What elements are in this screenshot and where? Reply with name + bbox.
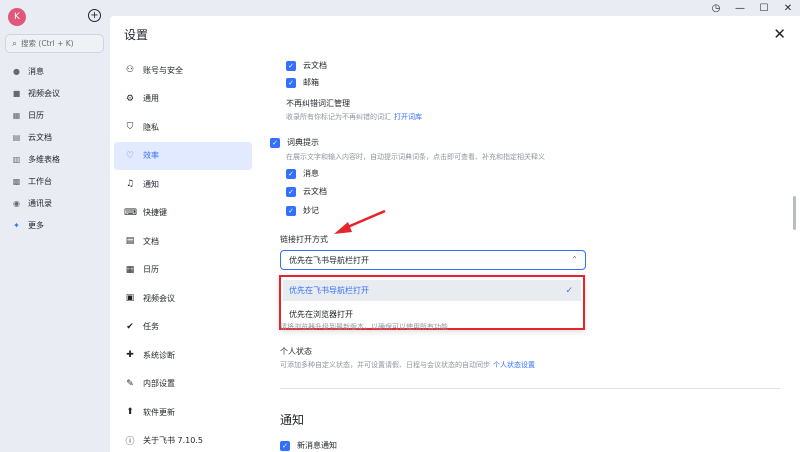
annotation-arrow — [334, 209, 386, 234]
arrow-head — [334, 222, 352, 234]
